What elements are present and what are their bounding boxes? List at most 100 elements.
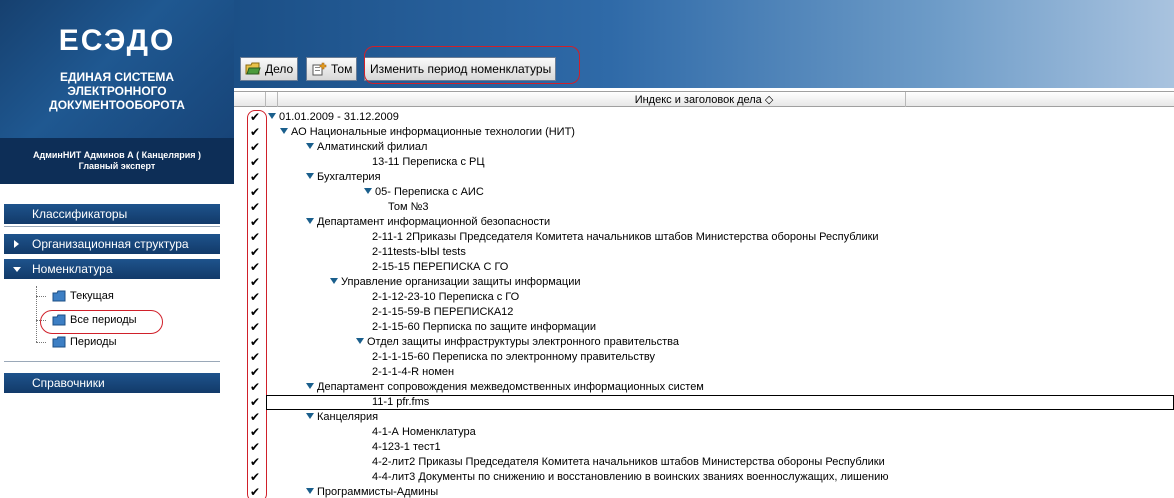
app-window: ЕСЭДО ЕДИНАЯ СИСТЕМА ЭЛЕКТРОННОГО ДОКУМЕ… [0,0,1174,498]
tree-connector [36,296,46,297]
expand-triangle-icon[interactable] [268,113,276,119]
divider [4,226,220,227]
folder-open-icon [245,62,261,75]
logo-panel: ЕСЭДО ЕДИНАЯ СИСТЕМА ЭЛЕКТРОННОГО ДОКУМЕ… [0,0,234,138]
tree-connector [36,342,46,343]
sidebar-item-nomenclature[interactable]: Номенклатура [4,259,220,279]
row-label: Отдел защиты инфраструктуры электронного… [367,336,680,348]
row-label: 4-2-лит2 Приказы Председателя Комитета н… [372,456,885,468]
sidebar-section-classifiers-label: Классификаторы [32,207,128,221]
table-row[interactable]: 2-15-15 ПЕРЕПИСКА С ГО [266,260,1174,275]
table-row[interactable]: 2-1-15-60 Перписка по защите информации [266,320,1174,335]
table-row[interactable]: 2-11-1 2Приказы Председателя Комитета на… [266,230,1174,245]
row-label: Бухгалтерия [317,171,381,183]
table-row[interactable]: 13-11 Переписка с РЦ [266,155,1174,170]
row-label: 13-11 Переписка с РЦ [372,156,485,168]
table-row[interactable]: 4-123-1 тест1 [266,440,1174,455]
divider [4,361,220,362]
tree-node[interactable]: Канцелярия [266,410,1174,425]
table-row[interactable]: 4-2-лит2 Приказы Председателя Комитета н… [266,455,1174,470]
row-label: 01.01.2009 - 31.12.2009 [279,111,399,123]
row-label: 2-1-1-15-60 Переписка по электронному пр… [372,351,656,363]
expand-triangle-icon[interactable] [356,338,364,344]
expand-triangle-icon[interactable] [306,383,314,389]
table-row[interactable]: 4-4-лит3 Документы по снижению и восстан… [266,470,1174,485]
expand-triangle-icon[interactable] [306,413,314,419]
expand-triangle-icon[interactable] [306,173,314,179]
row-label: 4-4-лит3 Документы по снижению и восстан… [372,471,889,483]
table-row[interactable]: 2-1-1-4-R номен [266,365,1174,380]
row-label: 2-11tests-ЫЫ tests [372,246,466,258]
row-label: Алматинский филиал [317,141,428,153]
table-row[interactable]: 2-1-1-15-60 Переписка по электронному пр… [266,350,1174,365]
tree-node[interactable]: Департамент сопровождения межведомственн… [266,380,1174,395]
tom-button[interactable]: Том [306,57,358,81]
tree-node[interactable]: Бухгалтерия [266,170,1174,185]
row-label: 2-1-1-4-R номен [372,366,455,378]
tree-node[interactable]: Программисты-Админы [266,485,1174,498]
row-label: Программисты-Админы [317,486,439,498]
tree-node[interactable]: АО Национальные информационные технологи… [266,125,1174,140]
user-panel: АдминНИТ Админов А ( Канцелярия ) Главны… [0,138,234,184]
sidebar: ЕСЭДО ЕДИНАЯ СИСТЕМА ЭЛЕКТРОННОГО ДОКУМЕ… [0,0,234,498]
table-row[interactable]: 2-1-15-59-В ПЕРЕПИСКА12 [266,305,1174,320]
row-label: Управление организации защиты информации [341,276,581,288]
sidebar-section-references-label: Справочники [32,376,105,390]
delo-button[interactable]: Дело [240,57,299,81]
nav-item-label: Периоды [70,336,117,348]
expand-triangle-icon[interactable] [306,218,314,224]
user-name: АдминНИТ Админов А ( Канцелярия ) [32,150,201,160]
expand-triangle-icon[interactable] [364,188,372,194]
row-label: Департамент сопровождения межведомственн… [317,381,704,393]
row-label: 2-1-15-59-В ПЕРЕПИСКА12 [372,306,514,318]
table-row[interactable]: 2-11tests-ЫЫ tests [266,245,1174,260]
add-volume-icon [312,62,327,76]
row-label: 2-1-12-23-10 Переписка с ГО [372,291,520,303]
table-row[interactable]: Том №3 [266,200,1174,215]
grid-header: Индекс и заголовок дела ◇ [234,91,1174,107]
table-row[interactable]: 2-1-12-23-10 Переписка с ГО [266,290,1174,305]
nav-item-current[interactable]: Текущая [36,287,114,305]
chevron-right-icon [14,240,19,248]
tree-node[interactable]: 01.01.2009 - 31.12.2009 [266,110,1174,125]
sidebar-item-label: Номенклатура [32,262,113,276]
row-label: 2-11-1 2Приказы Председателя Комитета на… [372,231,879,243]
row-label: 11-1 pfr.fms [372,396,430,408]
expand-triangle-icon[interactable] [330,278,338,284]
tree-line [36,286,37,342]
nav-item-periods[interactable]: Периоды [36,333,117,351]
main-panel: Дело Том Изменить период номенклатуры Ин… [234,0,1174,498]
tree-node[interactable]: 05- Переписка с АИС [266,185,1174,200]
row-label: АО Национальные информационные технологи… [291,126,575,138]
folder-icon [52,336,66,348]
table-row[interactable]: 4-1-А Номенклатура [266,425,1174,440]
sidebar-item-org-structure[interactable]: Организационная структура [4,234,220,254]
delo-button-label: Дело [265,62,294,76]
sidebar-section-classifiers[interactable]: Классификаторы [4,204,220,224]
tree-node[interactable]: Управление организации защиты информации [266,275,1174,290]
folder-icon [52,290,66,302]
row-label: 2-15-15 ПЕРЕПИСКА С ГО [372,261,509,273]
tree-node[interactable]: Алматинский филиал [266,140,1174,155]
row-label: 2-1-15-60 Перписка по защите информации [372,321,597,333]
tree-node[interactable]: Департамент информационной безопасности [266,215,1174,230]
expand-triangle-icon[interactable] [306,143,314,149]
row-label: Департамент информационной безопасности [317,216,551,228]
row-label: Канцелярия [317,411,379,423]
tom-button-label: Том [331,62,353,76]
expand-triangle-icon[interactable] [280,128,288,134]
row-label: 05- Переписка с АИС [375,186,484,198]
table-row[interactable]: 11-1 pfr.fms [266,395,1174,410]
highlight-annotation [364,46,580,84]
nav-item-label: Текущая [70,290,114,302]
row-label: 4-1-А Номенклатура [372,426,476,438]
app-logo-subtitle: ЕДИНАЯ СИСТЕМА ЭЛЕКТРОННОГО ДОКУМЕНТООБО… [49,70,185,112]
expand-triangle-icon[interactable] [306,488,314,494]
user-role: Главный эксперт [78,161,156,171]
highlight-annotation [247,110,267,498]
sidebar-section-references[interactable]: Справочники [4,373,220,393]
column-header-title[interactable]: Индекс и заголовок дела ◇ [234,93,1174,106]
tree-node[interactable]: Отдел защиты инфраструктуры электронного… [266,335,1174,350]
chevron-down-icon [13,267,21,272]
app-logo-title: ЕСЭДО [58,24,176,57]
